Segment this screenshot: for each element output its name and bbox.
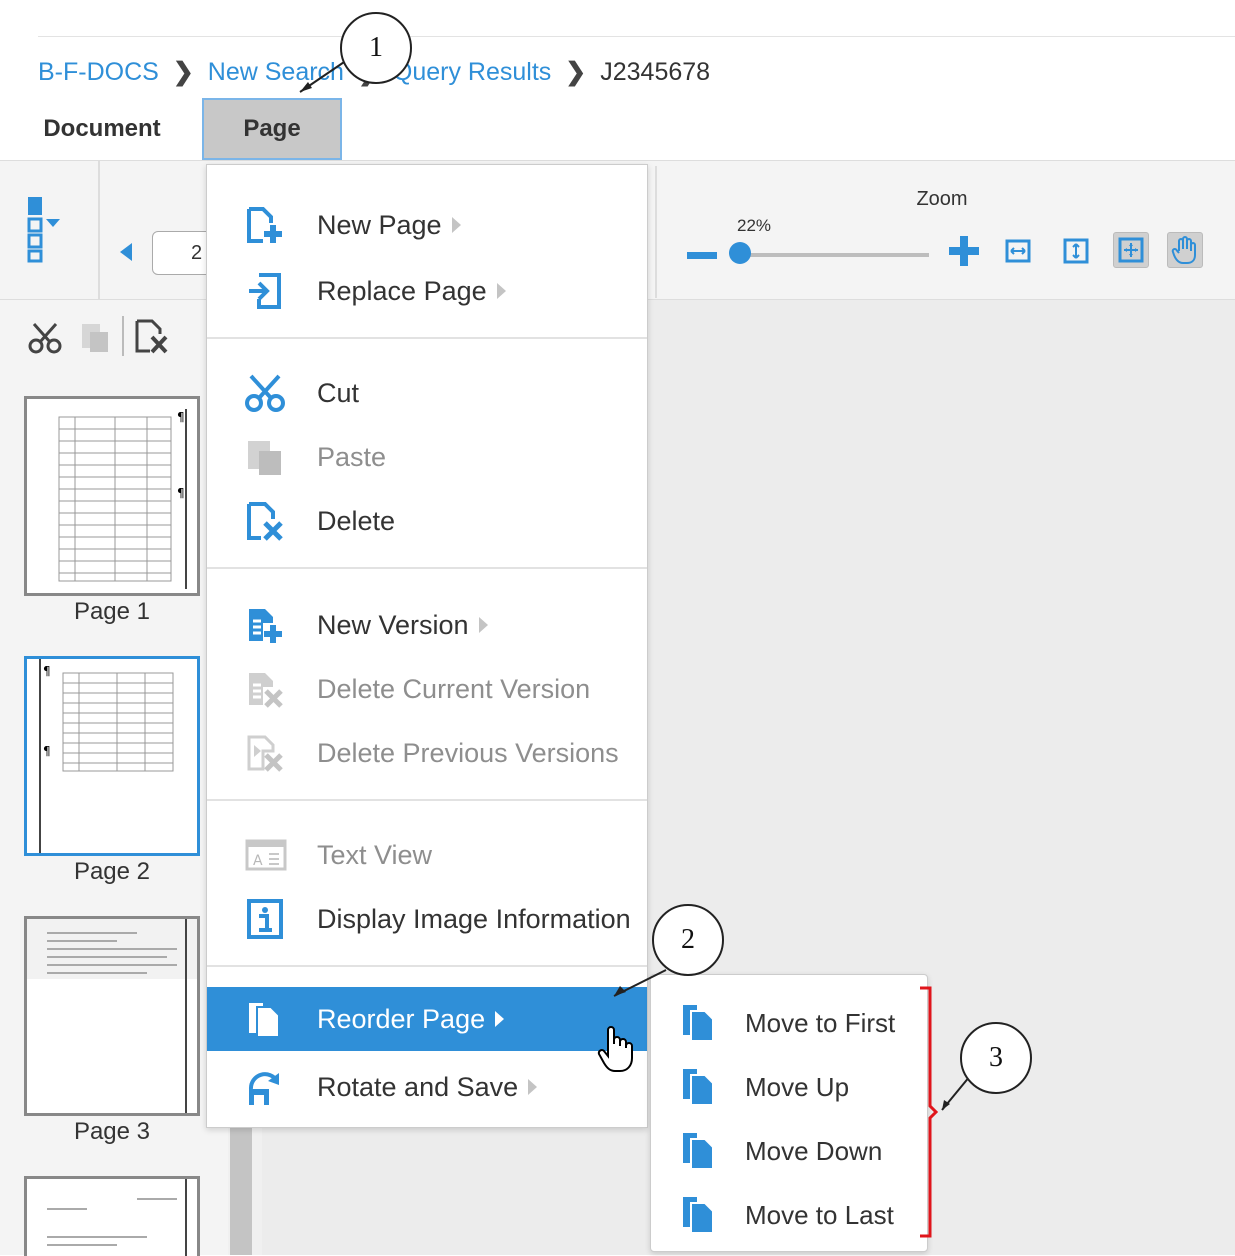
callout-3: 3 xyxy=(960,1022,1032,1094)
callout-1: 1 xyxy=(340,12,412,84)
callout-2: 2 xyxy=(652,904,724,976)
callout-leader-lines xyxy=(299,57,971,1111)
